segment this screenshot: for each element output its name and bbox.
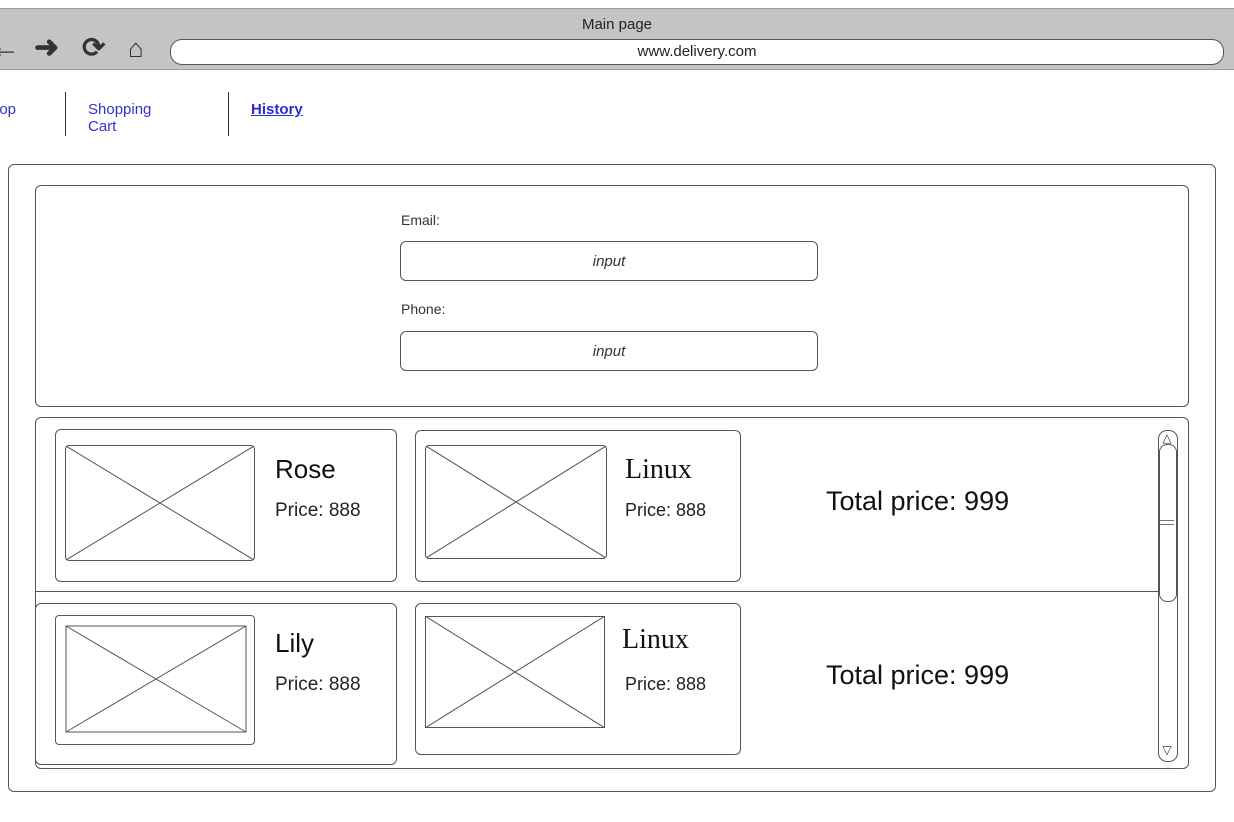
browser-toolbar: Main page ← ➜ ⟳ ⌂ www.delivery.com xyxy=(0,8,1234,70)
window-title: Main page xyxy=(581,16,653,33)
scroll-up-icon[interactable]: △ xyxy=(1160,431,1174,445)
scrollbar-grip xyxy=(1160,520,1174,525)
email-field[interactable] xyxy=(400,241,818,281)
item-price: Price: 888 xyxy=(625,674,707,694)
tab-divider xyxy=(228,92,229,136)
contact-form-panel xyxy=(35,185,1189,407)
image-placeholder-icon xyxy=(425,616,605,728)
order-total-price: Total price: 999 xyxy=(826,486,1010,516)
item-price: Price: 888 xyxy=(275,674,361,695)
email-label: Email: xyxy=(401,212,440,228)
product-image-placeholder xyxy=(65,445,255,561)
tab-shopping-cart[interactable]: Shopping Cart xyxy=(88,101,151,135)
phone-label: Phone: xyxy=(401,301,446,317)
image-placeholder-icon xyxy=(66,446,254,560)
tab-shop[interactable]: hop xyxy=(0,101,16,118)
address-bar[interactable]: www.delivery.com xyxy=(170,39,1224,65)
tab-divider xyxy=(65,92,66,136)
reload-icon[interactable]: ⟳ xyxy=(82,33,105,63)
home-icon[interactable]: ⌂ xyxy=(128,33,144,63)
item-name: Linux xyxy=(622,624,689,655)
forward-arrow-icon[interactable]: ➜ xyxy=(34,33,59,63)
product-image-placeholder xyxy=(55,615,255,745)
tab-history[interactable]: History xyxy=(251,101,303,118)
product-image-placeholder xyxy=(425,616,605,728)
item-name: Linux xyxy=(625,454,692,485)
row-divider xyxy=(35,591,1163,592)
item-price: Price: 888 xyxy=(275,500,361,521)
scroll-down-icon[interactable]: ▽ xyxy=(1160,743,1174,757)
item-name: Rose xyxy=(275,454,336,484)
image-placeholder-icon xyxy=(65,625,247,733)
item-name: Lily xyxy=(275,628,315,658)
image-placeholder-icon xyxy=(426,446,606,558)
order-total-price: Total price: 999 xyxy=(826,660,1010,690)
product-image-placeholder xyxy=(425,445,607,559)
address-url: www.delivery.com xyxy=(637,43,757,60)
back-arrow-icon[interactable]: ← xyxy=(0,33,20,63)
item-price: Price: 888 xyxy=(625,500,707,520)
phone-field[interactable] xyxy=(400,331,818,371)
